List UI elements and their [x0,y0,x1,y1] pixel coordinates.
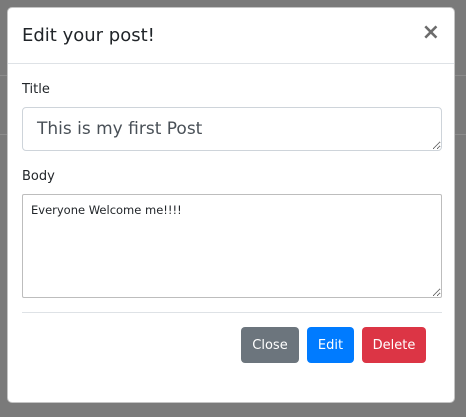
modal-title: Edit your post! [22,25,155,46]
modal-header: Edit your post! × [8,8,454,64]
body-field[interactable]: Everyone Welcome me!!!! [22,194,442,298]
footer-divider [22,312,442,313]
body-label: Body [22,169,55,184]
title-label: Title [22,82,50,97]
edit-post-modal: Edit your post! × Title This is my first… [7,7,455,403]
title-field[interactable]: This is my first Post [22,107,442,151]
close-icon[interactable]: × [422,22,440,44]
delete-button[interactable]: Delete [362,327,426,363]
edit-button[interactable]: Edit [307,327,354,363]
close-button[interactable]: Close [241,327,299,363]
